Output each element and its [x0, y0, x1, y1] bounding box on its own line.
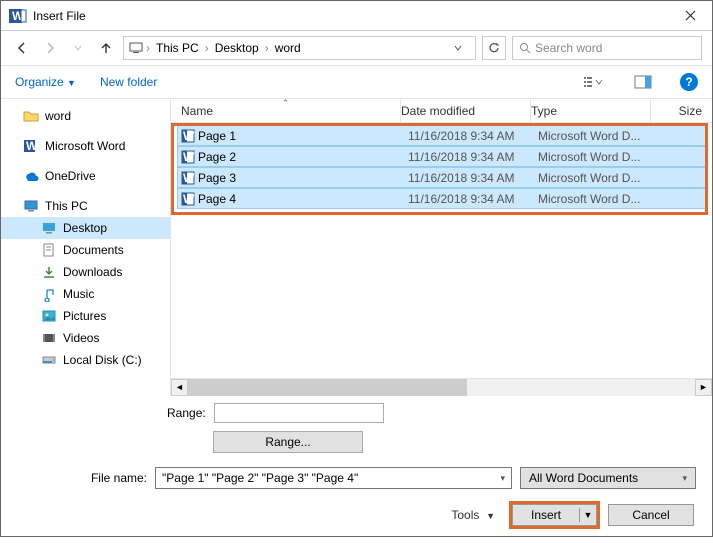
nav-row: › This PC › Desktop › word Search word — [1, 31, 712, 65]
svg-text:W: W — [183, 129, 195, 143]
disk-icon — [41, 352, 57, 368]
chevron-down-icon: ▼ — [486, 511, 495, 521]
downloads-icon — [41, 264, 57, 280]
tree-music[interactable]: Music — [1, 283, 170, 305]
insert-dropdown[interactable]: ▼ — [580, 510, 596, 520]
file-list[interactable]: WPage 111/16/2018 9:34 AMMicrosoft Word … — [171, 123, 712, 378]
insert-button[interactable]: Insert ▼ — [512, 504, 597, 526]
word-doc-icon: W — [178, 171, 198, 185]
scroll-track[interactable] — [188, 379, 695, 396]
tools-menu[interactable]: Tools ▼ — [451, 508, 495, 522]
tree-pictures[interactable]: Pictures — [1, 305, 170, 327]
col-name[interactable]: ⌃Name — [171, 99, 401, 122]
bottom-panel: Range: Range... File name: "Page 1" "Pag… — [1, 395, 712, 543]
scroll-thumb[interactable] — [188, 379, 467, 396]
file-pane: ⌃Name Date modified Type Size WPage 111/… — [171, 99, 712, 395]
svg-text:W: W — [183, 171, 195, 185]
documents-icon — [41, 242, 57, 258]
newfolder-button[interactable]: New folder — [100, 75, 157, 89]
tree-documents[interactable]: Documents — [1, 239, 170, 261]
svg-text:W: W — [183, 192, 195, 206]
tree-msword[interactable]: WMicrosoft Word — [1, 135, 170, 157]
word-doc-icon: W — [178, 150, 198, 164]
preview-pane-button[interactable] — [630, 71, 656, 93]
scroll-right-arrow[interactable]: ► — [695, 379, 712, 396]
recent-dropdown[interactable] — [67, 37, 89, 59]
view-options-button[interactable] — [580, 71, 606, 93]
range-button[interactable]: Range... — [213, 431, 363, 453]
annotation-highlight: Insert ▼ — [509, 501, 600, 529]
file-row[interactable]: WPage 411/16/2018 9:34 AMMicrosoft Word … — [177, 188, 706, 209]
tree-desktop[interactable]: Desktop — [1, 217, 170, 239]
scroll-left-arrow[interactable]: ◄ — [171, 379, 188, 396]
horizontal-scrollbar[interactable]: ◄ ► — [171, 378, 712, 395]
svg-text:W: W — [26, 139, 38, 153]
onedrive-icon — [23, 168, 39, 184]
up-button[interactable] — [95, 37, 117, 59]
crumb-word[interactable]: word — [271, 41, 305, 55]
pc-icon — [23, 198, 39, 214]
forward-button[interactable] — [39, 37, 61, 59]
chevron-down-icon: ▾ — [500, 473, 505, 484]
word-doc-icon: W — [178, 192, 198, 206]
tree-videos[interactable]: Videos — [1, 327, 170, 349]
folder-icon — [23, 108, 39, 124]
filename-label: File name: — [17, 471, 147, 485]
toolbar: Organize ▼ New folder ? — [1, 65, 712, 99]
file-row[interactable]: WPage 111/16/2018 9:34 AMMicrosoft Word … — [177, 125, 706, 146]
col-date[interactable]: Date modified — [401, 99, 531, 122]
breadcrumb-dropdown[interactable] — [453, 43, 471, 53]
search-input[interactable]: Search word — [512, 36, 702, 60]
body: word WMicrosoft Word OneDrive This PC De… — [1, 99, 712, 395]
chevron-right-icon[interactable]: › — [146, 41, 150, 55]
crumb-thispc[interactable]: This PC — [152, 41, 203, 55]
organize-menu[interactable]: Organize ▼ — [15, 75, 76, 89]
word-app-icon: W — [9, 7, 27, 25]
col-size[interactable]: Size — [651, 104, 712, 118]
music-icon — [41, 286, 57, 302]
chevron-right-icon[interactable]: › — [205, 41, 209, 55]
filetype-filter[interactable]: All Word Documents ▾ — [520, 467, 696, 489]
back-button[interactable] — [11, 37, 33, 59]
tree-downloads[interactable]: Downloads — [1, 261, 170, 283]
search-icon — [519, 42, 531, 54]
breadcrumb[interactable]: › This PC › Desktop › word — [123, 36, 476, 60]
tree-onedrive[interactable]: OneDrive — [1, 165, 170, 187]
pictures-icon — [41, 308, 57, 324]
chevron-down-icon: ▾ — [682, 473, 687, 484]
word-icon: W — [23, 138, 39, 154]
crumb-desktop[interactable]: Desktop — [211, 41, 263, 55]
word-doc-icon: W — [178, 129, 198, 143]
filename-value: "Page 1" "Page 2" "Page 3" "Page 4" — [162, 471, 358, 485]
tree-localdisk[interactable]: Local Disk (C:) — [1, 349, 170, 371]
desktop-icon — [41, 220, 57, 236]
cancel-button[interactable]: Cancel — [608, 504, 694, 526]
nav-tree[interactable]: word WMicrosoft Word OneDrive This PC De… — [1, 99, 171, 395]
refresh-button[interactable] — [482, 36, 506, 60]
range-input[interactable] — [214, 403, 384, 423]
file-row[interactable]: WPage 311/16/2018 9:34 AMMicrosoft Word … — [177, 167, 706, 188]
videos-icon — [41, 330, 57, 346]
close-button[interactable] — [668, 1, 712, 31]
window-title: Insert File — [33, 9, 668, 23]
svg-text:W: W — [183, 150, 195, 164]
sort-caret-icon: ⌃ — [282, 98, 290, 109]
range-label: Range: — [167, 406, 206, 420]
tree-word-folder[interactable]: word — [1, 105, 170, 127]
titlebar: W Insert File — [1, 1, 712, 31]
file-row[interactable]: WPage 211/16/2018 9:34 AMMicrosoft Word … — [177, 146, 706, 167]
column-headers[interactable]: ⌃Name Date modified Type Size — [171, 99, 712, 123]
filename-combo[interactable]: "Page 1" "Page 2" "Page 3" "Page 4" ▾ — [155, 467, 512, 489]
chevron-right-icon[interactable]: › — [265, 41, 269, 55]
pc-icon — [128, 40, 144, 56]
help-button[interactable]: ? — [680, 73, 698, 91]
tree-thispc[interactable]: This PC — [1, 195, 170, 217]
search-placeholder: Search word — [535, 41, 602, 55]
chevron-down-icon: ▼ — [67, 78, 76, 88]
col-type[interactable]: Type — [531, 99, 651, 122]
